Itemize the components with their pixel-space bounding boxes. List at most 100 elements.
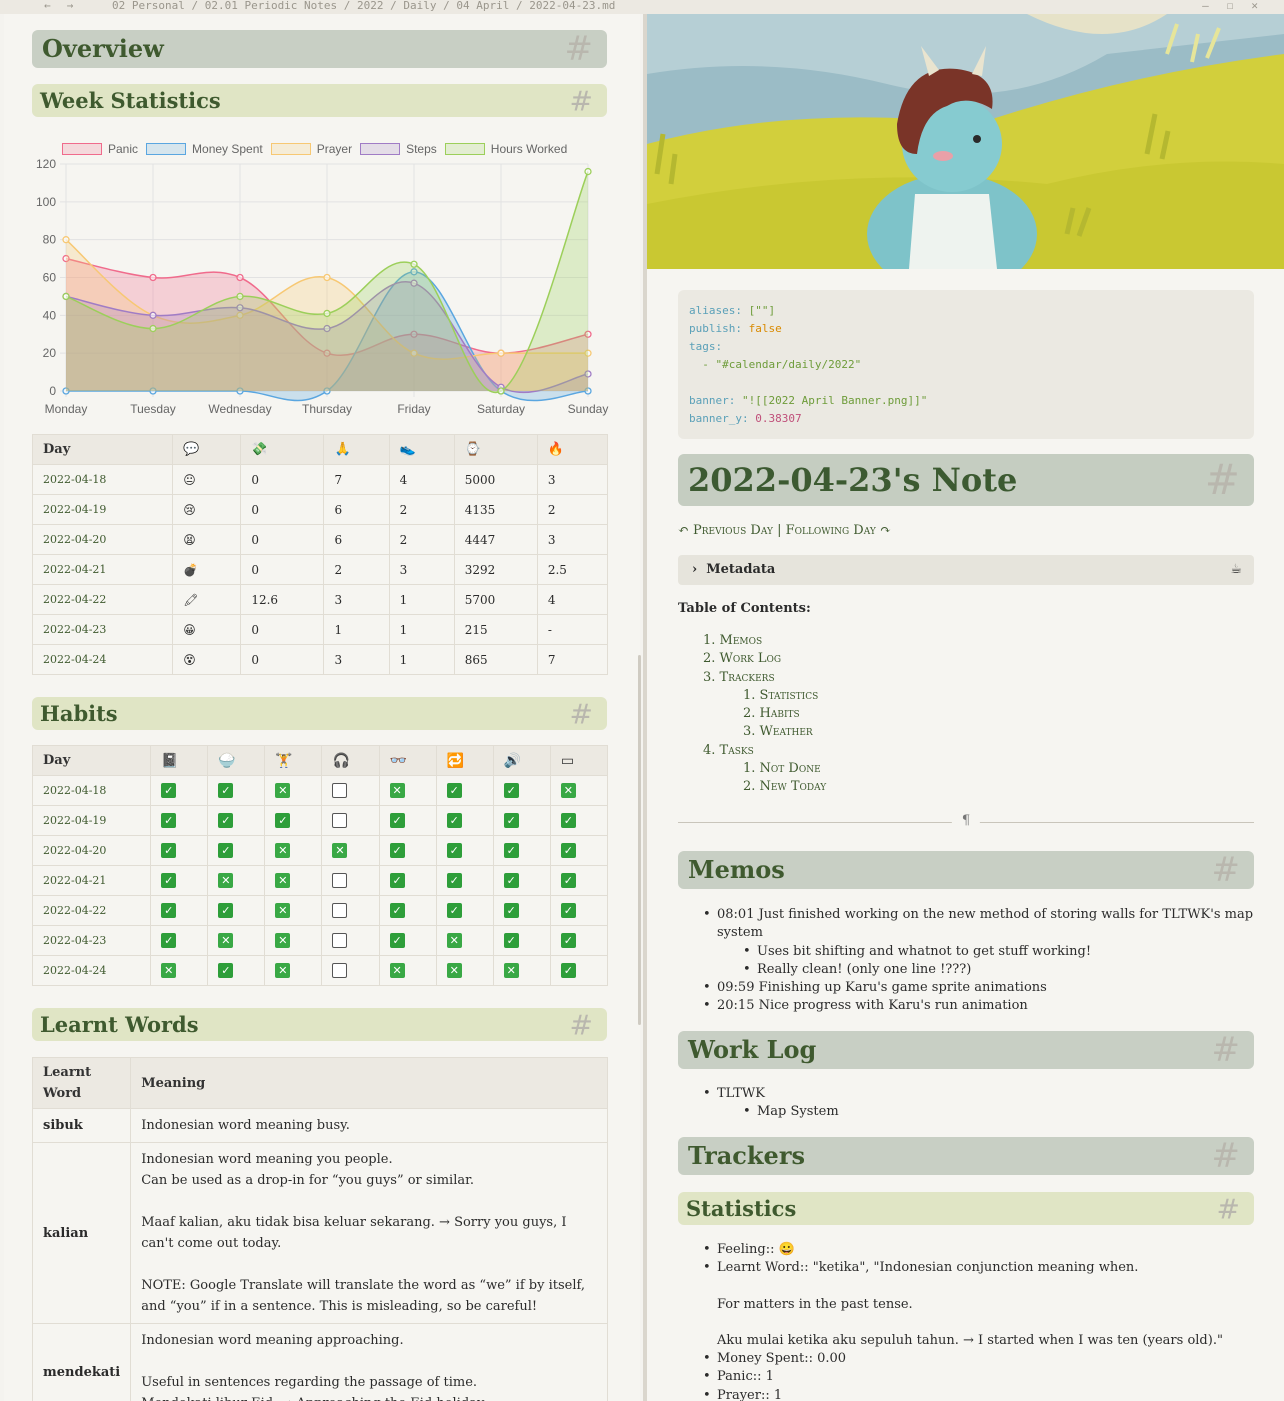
table-cell[interactable]: 2022-04-21 [31,865,152,896]
table-cell[interactable]: 2022-04-23 [31,614,174,645]
maximize-icon[interactable]: ☐ [1227,0,1252,12]
toc-item[interactable]: 3. Weather [703,723,826,741]
column-header[interactable]: 🔥 [536,434,609,465]
column-header[interactable]: 💬 [172,434,242,465]
hash-icon[interactable]: # [1205,454,1240,506]
hash-icon[interactable]: # [565,30,594,68]
hash-icon[interactable]: # [1212,851,1241,889]
column-header[interactable]: Day [31,745,152,776]
hash-icon[interactable]: # [570,697,593,730]
checkbox-checked-icon[interactable]: ✓ [389,873,405,888]
toc-item[interactable]: 1. Not Done [703,760,826,778]
checkbox-empty-icon[interactable] [332,873,348,888]
column-header[interactable]: 🍚 [207,745,266,776]
checkbox-checked-icon[interactable]: ✓ [446,903,462,918]
hash-icon[interactable]: # [570,84,593,117]
right-pane[interactable]: aliases: [""] publish: false tags: - "#c… [647,14,1284,1401]
checkbox-crossed-icon[interactable]: ✕ [275,873,291,888]
checkbox-crossed-icon[interactable]: ✕ [161,963,177,978]
back-arrow-icon[interactable]: ← [44,0,67,12]
toc-item[interactable]: 2. Work Log [703,650,826,668]
checkbox-crossed-icon[interactable]: ✕ [332,843,348,858]
checkbox-checked-icon[interactable]: ✓ [446,813,462,828]
checkbox-empty-icon[interactable] [332,963,348,978]
minimize-icon[interactable]: — [1202,0,1227,12]
left-pane[interactable]: Overview # Week Statistics # Panic Money … [4,14,640,1401]
checkbox-checked-icon[interactable]: ✓ [503,933,519,948]
day-navigation[interactable]: ↶ Previous Day | Following Day ↷ [678,523,891,538]
metadata-collapsible[interactable]: › Metadata ☕ [678,555,1254,585]
checkbox-checked-icon[interactable]: ✓ [218,783,234,798]
toc-item[interactable]: 1. Statistics [703,687,826,705]
column-header[interactable]: 🎧 [321,745,380,776]
column-header[interactable]: 💸 [240,434,325,465]
column-header[interactable]: 🙏 [323,434,390,465]
column-header[interactable]: 🔁 [435,745,494,776]
table-cell[interactable]: 2022-04-19 [31,805,152,836]
checkbox-checked-icon[interactable]: ✓ [503,843,519,858]
hash-icon[interactable]: # [1212,1137,1241,1175]
checkbox-crossed-icon[interactable]: ✕ [275,933,291,948]
checkbox-checked-icon[interactable]: ✓ [389,813,405,828]
toc-item[interactable]: 3. Trackers [703,669,826,687]
toc-item[interactable]: 4. Tasks [703,742,826,760]
close-icon[interactable]: ✕ [1251,0,1276,12]
table-cell[interactable]: 2022-04-18 [31,775,152,806]
table-cell[interactable]: 2022-04-20 [31,524,174,555]
checkbox-checked-icon[interactable]: ✓ [218,903,234,918]
checkbox-checked-icon[interactable]: ✓ [503,903,519,918]
checkbox-checked-icon[interactable]: ✓ [161,873,177,888]
checkbox-checked-icon[interactable]: ✓ [503,813,519,828]
toc-item[interactable]: 2. Habits [703,705,826,723]
checkbox-crossed-icon[interactable]: ✕ [560,783,576,798]
column-header[interactable]: 📓 [150,745,209,776]
checkbox-crossed-icon[interactable]: ✕ [275,783,291,798]
checkbox-crossed-icon[interactable]: ✕ [218,933,234,948]
forward-arrow-icon[interactable]: → [67,0,90,12]
table-cell[interactable]: 2022-04-22 [31,895,152,926]
hash-icon[interactable]: # [1212,1031,1241,1069]
checkbox-empty-icon[interactable] [332,903,348,918]
column-header[interactable]: Day [31,434,174,465]
column-header[interactable]: Learnt Word [31,1057,132,1109]
column-header[interactable]: ▭ [549,745,609,776]
column-header[interactable]: 👟 [388,434,455,465]
checkbox-checked-icon[interactable]: ✓ [560,933,576,948]
checkbox-crossed-icon[interactable]: ✕ [218,873,234,888]
checkbox-crossed-icon[interactable]: ✕ [503,963,519,978]
checkbox-empty-icon[interactable] [332,933,348,948]
checkbox-checked-icon[interactable]: ✓ [503,783,519,798]
checkbox-checked-icon[interactable]: ✓ [560,963,576,978]
left-pane-scrollbar[interactable] [638,655,641,1025]
checkbox-checked-icon[interactable]: ✓ [218,843,234,858]
checkbox-checked-icon[interactable]: ✓ [503,873,519,888]
checkbox-checked-icon[interactable]: ✓ [161,933,177,948]
checkbox-checked-icon[interactable]: ✓ [161,783,177,798]
table-cell[interactable]: 2022-04-23 [31,925,152,956]
checkbox-checked-icon[interactable]: ✓ [560,843,576,858]
checkbox-checked-icon[interactable]: ✓ [275,813,291,828]
checkbox-checked-icon[interactable]: ✓ [446,843,462,858]
table-cell[interactable]: 2022-04-22 [31,584,174,615]
column-header[interactable]: 🔊 [492,745,551,776]
hash-icon[interactable]: # [570,1008,593,1041]
checkbox-empty-icon[interactable] [332,813,348,828]
checkbox-crossed-icon[interactable]: ✕ [275,843,291,858]
table-cell[interactable]: 2022-04-24 [31,644,174,675]
checkbox-checked-icon[interactable]: ✓ [560,873,576,888]
checkbox-crossed-icon[interactable]: ✕ [275,963,291,978]
checkbox-checked-icon[interactable]: ✓ [389,903,405,918]
checkbox-checked-icon[interactable]: ✓ [161,903,177,918]
checkbox-checked-icon[interactable]: ✓ [560,903,576,918]
hash-icon[interactable]: # [1217,1192,1240,1225]
column-header[interactable]: 🏋 [264,745,323,776]
checkbox-checked-icon[interactable]: ✓ [218,813,234,828]
column-header[interactable]: 👓 [378,745,437,776]
frontmatter-block[interactable]: aliases: [""] publish: false tags: - "#c… [678,290,1254,439]
column-header[interactable]: Meaning [130,1057,608,1109]
toc-item[interactable]: 2. New Today [703,778,826,796]
table-cell[interactable]: 2022-04-19 [31,494,174,525]
column-header[interactable]: ⌚ [453,434,538,465]
checkbox-crossed-icon[interactable]: ✕ [389,963,405,978]
table-cell[interactable]: 2022-04-21 [31,554,174,585]
